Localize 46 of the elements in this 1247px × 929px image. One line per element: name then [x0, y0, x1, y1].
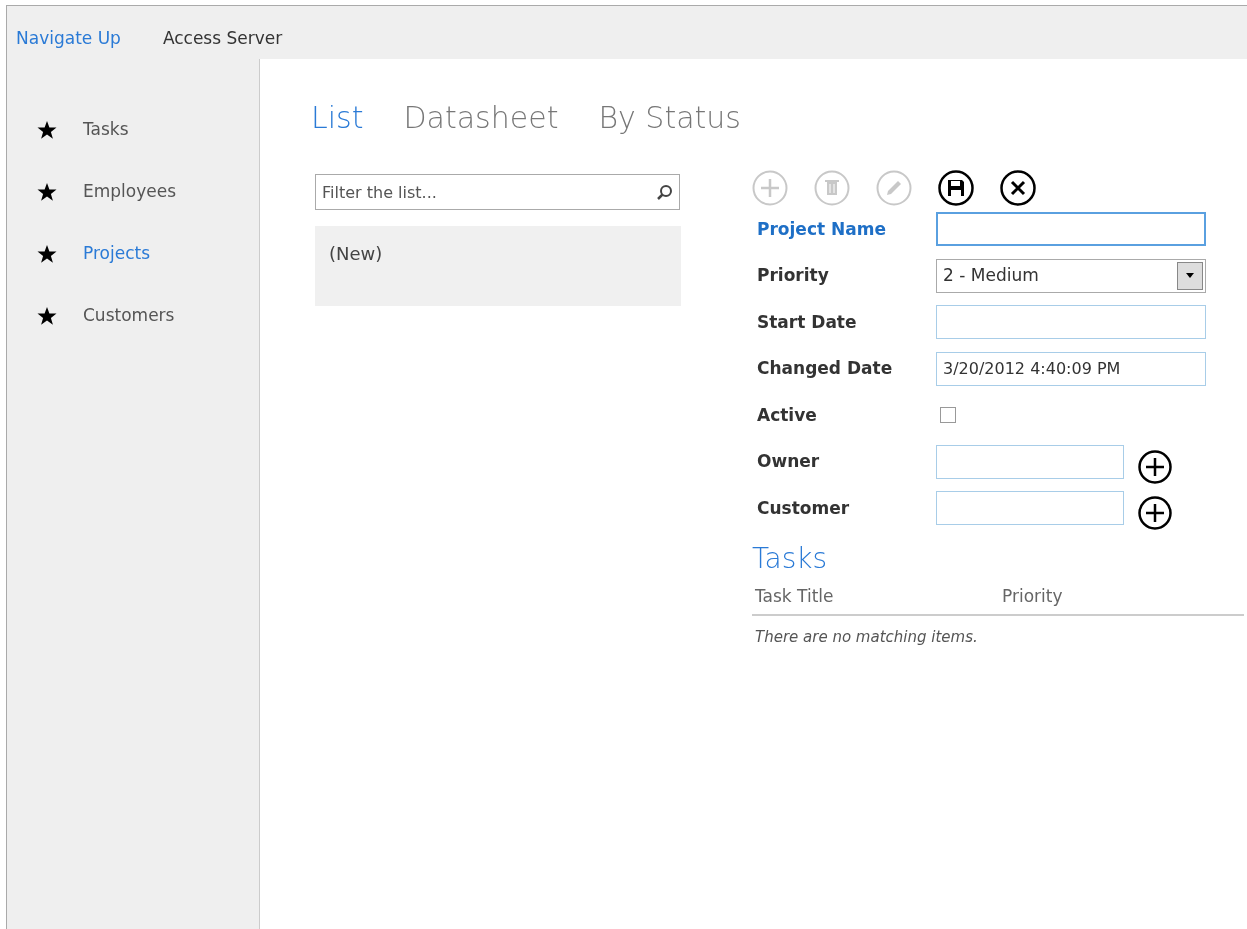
pencil-icon [876, 170, 912, 206]
star-icon [37, 306, 57, 326]
filter-field[interactable]: Filter the list... [315, 174, 680, 210]
sidebar-item[interactable]: Tasks [7, 99, 259, 161]
search-icon [656, 184, 672, 200]
checkbox[interactable] [940, 407, 956, 424]
empty-message: There are no matching items. [754, 626, 979, 648]
add-button[interactable] [1138, 449, 1172, 484]
column-header: Task Title [755, 584, 835, 608]
star-icon [37, 120, 57, 140]
save-button[interactable] [938, 170, 974, 206]
field-label: Priority [756, 264, 830, 287]
plus-icon [1138, 449, 1172, 484]
field-label: Project Name [756, 217, 887, 241]
view-tab[interactable]: Datasheet [403, 95, 559, 140]
close-icon [1000, 170, 1036, 206]
view-tab[interactable]: List [311, 95, 364, 140]
star-icon [37, 182, 57, 202]
field-label: Changed Date [756, 357, 894, 380]
list-item[interactable]: (New) [315, 226, 681, 306]
cancel-button[interactable] [1000, 170, 1036, 206]
input-field[interactable] [936, 444, 1124, 479]
navigate-link[interactable]: Navigate Up [16, 25, 121, 52]
star-icon [37, 244, 57, 264]
section-title: Tasks [752, 540, 829, 577]
field-label: Active [756, 403, 818, 427]
input-field[interactable] [936, 491, 1124, 526]
field-label: Owner [756, 450, 821, 473]
plus-icon [752, 170, 788, 206]
field-label: Start Date [756, 310, 858, 334]
sidebar-item[interactable]: Employees [7, 161, 259, 223]
trash-icon [814, 170, 850, 206]
plus-icon [1138, 496, 1172, 531]
sidebar-item[interactable]: Customers [7, 285, 259, 347]
input-field[interactable] [936, 305, 1206, 340]
view-tab[interactable]: By Status [598, 95, 741, 140]
caret-icon [1185, 272, 1195, 280]
dropdown[interactable]: 2 - Medium [936, 258, 1206, 293]
input-field[interactable] [936, 212, 1206, 247]
field-label: Customer [756, 496, 851, 520]
column-header: Priority [1002, 584, 1063, 608]
floppy-disk-icon [938, 170, 974, 206]
add-button[interactable] [1138, 496, 1172, 531]
site-title: Access Server [162, 26, 283, 50]
sidebar-item[interactable]: Projects [7, 223, 259, 285]
input-field[interactable]: 3/20/2012 4:40:09 PM [936, 351, 1206, 386]
